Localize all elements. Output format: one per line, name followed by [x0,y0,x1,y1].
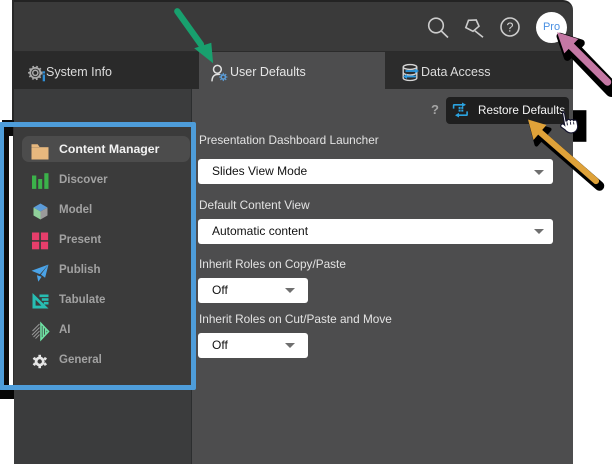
svg-text:?: ? [507,21,514,35]
